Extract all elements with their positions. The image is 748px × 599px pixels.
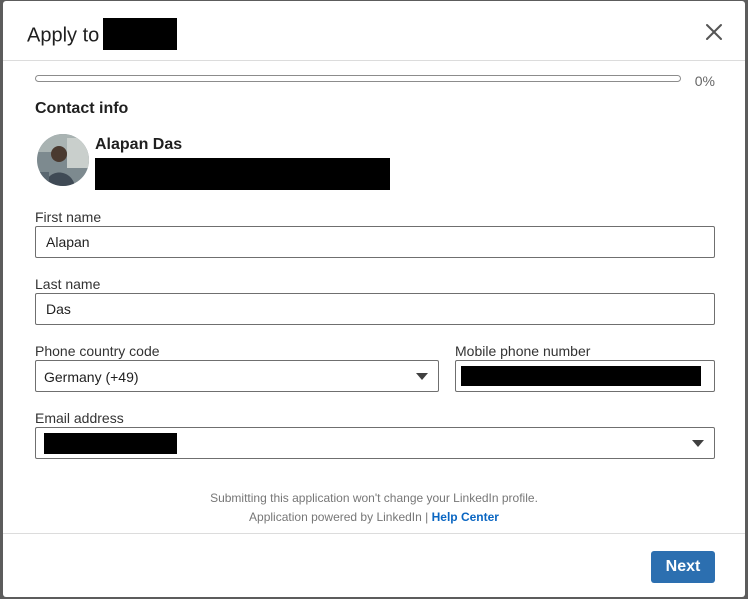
phone-country-code-select[interactable]: Germany (+49) <box>35 360 439 392</box>
progress-percent: 0% <box>694 73 715 89</box>
email-label: Email address <box>35 410 124 426</box>
progress-indicator: 0% <box>35 73 715 93</box>
help-center-link[interactable]: Help Center <box>432 510 499 524</box>
section-title: Contact info <box>35 100 129 117</box>
email-select[interactable] <box>35 427 715 459</box>
phone-country-code-value: Germany (+49) <box>44 369 139 385</box>
mobile-phone-input[interactable] <box>455 360 715 392</box>
apply-modal: Apply to 0% Contact info Alapan Das Firs… <box>3 1 745 597</box>
profile-name: Alapan Das <box>95 136 183 153</box>
last-name-label: Last name <box>35 276 101 292</box>
last-name-input[interactable] <box>35 293 715 325</box>
powered-by-notice: Application powered by LinkedIn | Help C… <box>3 510 745 524</box>
redacted-company-name <box>103 18 178 50</box>
next-button[interactable]: Next <box>651 551 715 583</box>
close-icon <box>706 24 722 40</box>
modal-header: Apply to <box>3 1 745 61</box>
close-button[interactable] <box>703 21 725 43</box>
redacted-phone-number <box>461 366 701 386</box>
phone-country-code-label: Phone country code <box>35 343 160 359</box>
modal-title-text: Apply to <box>27 24 100 47</box>
avatar-photo <box>37 134 89 186</box>
modal-title: Apply to <box>27 18 178 52</box>
chevron-down-icon <box>416 373 428 380</box>
profile-notice: Submitting this application won't change… <box>210 491 538 505</box>
redacted-email <box>44 433 177 454</box>
avatar <box>37 134 89 186</box>
progress-bar <box>35 75 681 82</box>
mobile-phone-label: Mobile phone number <box>455 343 591 359</box>
first-name-label: First name <box>35 209 102 225</box>
powered-by-text: Application powered by LinkedIn | <box>249 510 429 524</box>
chevron-down-icon <box>692 440 704 447</box>
redacted-profile-headline <box>95 158 390 190</box>
first-name-input[interactable] <box>35 226 715 258</box>
modal-footer: Next <box>3 533 745 597</box>
